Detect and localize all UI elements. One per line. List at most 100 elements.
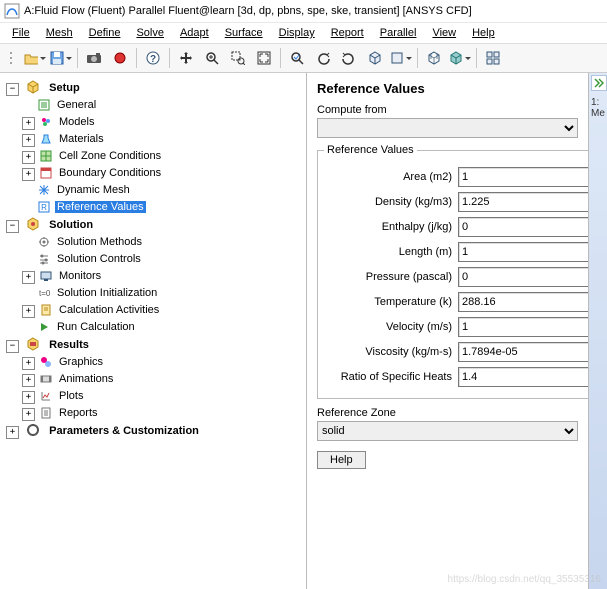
reports-icon: [38, 405, 54, 421]
toolbar-handle-icon[interactable]: [3, 46, 21, 70]
tree-setup[interactable]: − Setup General +Models +Materials +Cell…: [6, 79, 304, 216]
view-cube-icon[interactable]: [363, 46, 387, 70]
expand-icon[interactable]: +: [22, 168, 35, 181]
menu-view[interactable]: View: [424, 25, 464, 41]
save-file-icon[interactable]: [49, 46, 73, 70]
menu-adapt[interactable]: Adapt: [172, 25, 217, 41]
reference-values-legend: Reference Values: [324, 144, 417, 156]
expand-icon[interactable]: +: [22, 357, 35, 370]
record-icon[interactable]: [108, 46, 132, 70]
temperature-input[interactable]: [458, 292, 588, 312]
viscosity-input[interactable]: [458, 342, 588, 362]
reference-zone-select[interactable]: solid: [317, 421, 578, 441]
camera-icon[interactable]: [82, 46, 106, 70]
tree-calcactivities[interactable]: +Calculation Activities: [22, 302, 304, 319]
probe-icon[interactable]: [285, 46, 309, 70]
collapse-icon[interactable]: −: [6, 340, 19, 353]
expand-icon[interactable]: +: [22, 134, 35, 147]
tree-controls[interactable]: Solution Controls: [22, 251, 304, 268]
materials-icon: [38, 131, 54, 147]
expand-icon[interactable]: +: [22, 271, 35, 284]
zoom-in-icon[interactable]: [200, 46, 224, 70]
tree-general[interactable]: General: [22, 97, 304, 114]
expand-icon[interactable]: +: [22, 151, 35, 164]
compute-from-label: Compute from: [317, 104, 578, 116]
graphics-icon: [38, 354, 54, 370]
run-icon: [36, 319, 52, 335]
viewport-tab-label[interactable]: 1: Me: [589, 97, 607, 119]
expand-icon[interactable]: +: [6, 426, 19, 439]
navigation-tree[interactable]: − Setup General +Models +Materials +Cell…: [0, 73, 307, 589]
menu-report[interactable]: Report: [323, 25, 372, 41]
tree-monitors[interactable]: +Monitors: [22, 268, 304, 285]
tree-run[interactable]: Run Calculation: [22, 319, 304, 336]
temperature-label: Temperature (k): [324, 296, 458, 308]
rotate-cw-icon[interactable]: [337, 46, 361, 70]
refvalues-icon: R: [36, 199, 52, 215]
init-icon: t=0: [36, 285, 52, 301]
cellzone-icon: [38, 148, 54, 164]
tree-results[interactable]: − Results +Graphics +Animations +Plots +…: [6, 336, 304, 422]
menu-define[interactable]: Define: [81, 25, 129, 41]
menu-display[interactable]: Display: [271, 25, 323, 41]
help-icon[interactable]: ?: [141, 46, 165, 70]
tree-reports[interactable]: +Reports: [22, 405, 304, 422]
expand-icon[interactable]: +: [22, 408, 35, 421]
tree-boundary[interactable]: +Boundary Conditions: [22, 165, 304, 182]
expand-icon[interactable]: +: [22, 305, 35, 318]
display-solid-icon[interactable]: [448, 46, 472, 70]
expand-icon[interactable]: +: [22, 374, 35, 387]
models-icon: [38, 114, 54, 130]
area-label: Area (m2): [324, 171, 458, 183]
viscosity-label: Viscosity (kg/m-s): [324, 346, 458, 358]
expand-icon[interactable]: +: [22, 117, 35, 130]
menu-solve[interactable]: Solve: [128, 25, 172, 41]
tree-graphics[interactable]: +Graphics: [22, 354, 304, 371]
window-titlebar: A:Fluid Flow (Fluent) Parallel Fluent@le…: [0, 0, 607, 23]
ratio-input[interactable]: [458, 367, 588, 387]
tree-models[interactable]: +Models: [22, 114, 304, 131]
tree-parameters[interactable]: + Parameters & Customization: [6, 422, 304, 440]
menu-file[interactable]: File: [4, 25, 38, 41]
expand-icon[interactable]: +: [22, 391, 35, 404]
rotate-ccw-icon[interactable]: [311, 46, 335, 70]
compute-from-select[interactable]: [317, 118, 578, 138]
panel-title: Reference Values: [317, 81, 578, 96]
velocity-input[interactable]: [458, 317, 588, 337]
svg-text:R: R: [41, 203, 47, 212]
tree-refvalues[interactable]: RReference Values: [22, 199, 304, 216]
tree-solution[interactable]: − Solution Solution Methods Solution Con…: [6, 216, 304, 336]
arrange-icon[interactable]: [481, 46, 505, 70]
menu-mesh[interactable]: Mesh: [38, 25, 81, 41]
tree-initialization[interactable]: t=0Solution Initialization: [22, 285, 304, 302]
open-file-icon[interactable]: [23, 46, 47, 70]
view-front-icon[interactable]: [389, 46, 413, 70]
density-input[interactable]: [458, 192, 588, 212]
enthalpy-input[interactable]: [458, 217, 588, 237]
pan-icon[interactable]: [174, 46, 198, 70]
controls-icon: [36, 251, 52, 267]
display-mesh-icon[interactable]: [422, 46, 446, 70]
fit-icon[interactable]: [252, 46, 276, 70]
viewport-handle-icon[interactable]: [591, 75, 607, 91]
svg-text:?: ?: [150, 54, 156, 65]
plots-icon: [38, 388, 54, 404]
tree-methods[interactable]: Solution Methods: [22, 234, 304, 251]
menu-surface[interactable]: Surface: [217, 25, 271, 41]
tree-animations[interactable]: +Animations: [22, 371, 304, 388]
tree-materials[interactable]: +Materials: [22, 131, 304, 148]
collapse-icon[interactable]: −: [6, 220, 19, 233]
tree-plots[interactable]: +Plots: [22, 388, 304, 405]
zoom-box-icon[interactable]: [226, 46, 250, 70]
enthalpy-label: Enthalpy (j/kg): [324, 221, 458, 233]
tree-cellzone[interactable]: +Cell Zone Conditions: [22, 148, 304, 165]
menu-help[interactable]: Help: [464, 25, 503, 41]
pressure-input[interactable]: [458, 267, 588, 287]
menu-parallel[interactable]: Parallel: [372, 25, 425, 41]
length-input[interactable]: [458, 242, 588, 262]
collapse-icon[interactable]: −: [6, 83, 19, 96]
area-input[interactable]: [458, 167, 588, 187]
boundary-icon: [38, 165, 54, 181]
help-button[interactable]: Help: [317, 451, 366, 469]
tree-dynamicmesh[interactable]: Dynamic Mesh: [22, 182, 304, 199]
